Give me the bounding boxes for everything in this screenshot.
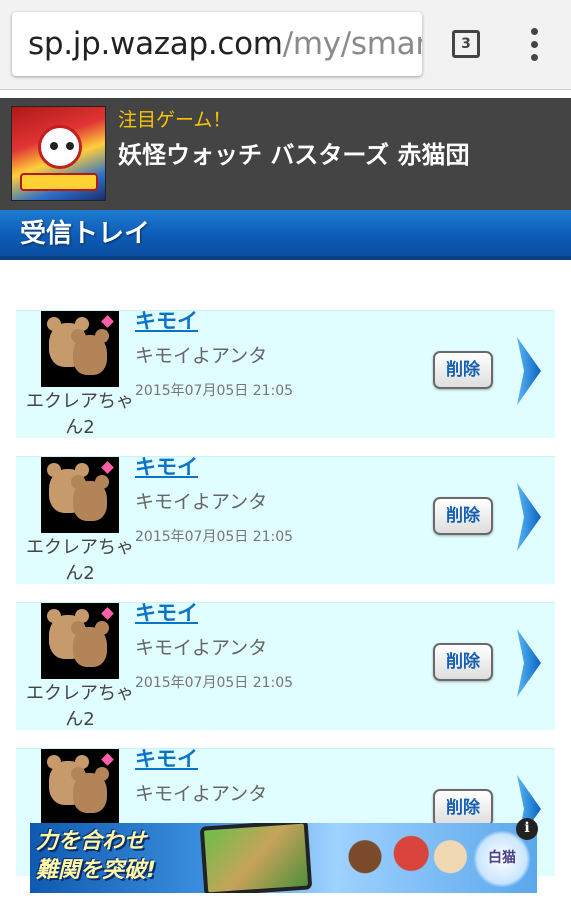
info-icon[interactable]: i [516, 818, 538, 840]
address-bar[interactable]: sp.jp.wazap.com/my/smart [12, 12, 422, 76]
message-date: 2015年07月05日 21:05 [135, 383, 294, 399]
ad-headline: 力を合わせ 難関を突破! [36, 829, 157, 883]
message-date: 2015年07月05日 21:05 [135, 529, 294, 545]
message-item[interactable]: エクレアちゃん2 キモイ キモイよアンタ 2015年07月05日 21:05 削… [16, 453, 555, 584]
ad-banner[interactable]: 力を合わせ 難関を突破! 白猫 [30, 823, 537, 893]
chevron-right-icon[interactable] [515, 629, 541, 697]
featured-game-title[interactable]: 妖怪ウォッチ バスターズ 赤猫団 [118, 140, 470, 170]
avatar[interactable] [41, 749, 119, 825]
avatar[interactable] [41, 457, 119, 533]
featured-label: 注目ゲーム！ [118, 109, 232, 131]
message-preview: キモイよアンタ [135, 637, 268, 659]
browser-toolbar: sp.jp.wazap.com/my/smart 3 [0, 0, 571, 90]
overflow-menu-icon[interactable] [526, 28, 542, 62]
message-item[interactable]: エクレアちゃん2 キモイ キモイよアンタ 2015年07月05日 21:05 削… [16, 307, 555, 438]
delete-button[interactable]: 削除 [433, 789, 493, 827]
avatar[interactable] [41, 311, 119, 387]
message-preview: キモイよアンタ [135, 345, 268, 367]
message-subject-link[interactable]: キモイ [135, 307, 198, 335]
delete-button[interactable]: 削除 [433, 351, 493, 389]
page-title: 受信トレイ [20, 219, 151, 249]
ad-characters-image [330, 827, 470, 893]
message-subject-link[interactable]: キモイ [135, 599, 198, 627]
avatar[interactable] [41, 603, 119, 679]
chevron-right-icon[interactable] [515, 483, 541, 551]
message-preview: キモイよアンタ [135, 491, 268, 513]
url-text[interactable]: sp.jp.wazap.com/my/smart [28, 26, 422, 62]
message-subject-link[interactable]: キモイ [135, 745, 198, 773]
sender-name: エクレアちゃん2 [26, 391, 134, 438]
delete-button[interactable]: 削除 [433, 643, 493, 681]
section-header: 受信トレイ [0, 210, 571, 260]
sender-name: エクレアちゃん2 [26, 537, 134, 584]
ad-phone-image [199, 823, 313, 893]
delete-button[interactable]: 削除 [433, 497, 493, 535]
chevron-right-icon[interactable] [515, 337, 541, 405]
tab-switcher-button[interactable]: 3 [452, 30, 480, 58]
message-item[interactable]: エクレアちゃん2 キモイ キモイよアンタ 2015年07月05日 21:05 削… [16, 599, 555, 730]
message-preview: キモイよアンタ [135, 783, 268, 805]
sender-name: エクレアちゃん2 [26, 683, 134, 730]
game-thumbnail[interactable] [11, 106, 106, 201]
message-subject-link[interactable]: キモイ [135, 453, 198, 481]
message-date: 2015年07月05日 21:05 [135, 675, 294, 691]
